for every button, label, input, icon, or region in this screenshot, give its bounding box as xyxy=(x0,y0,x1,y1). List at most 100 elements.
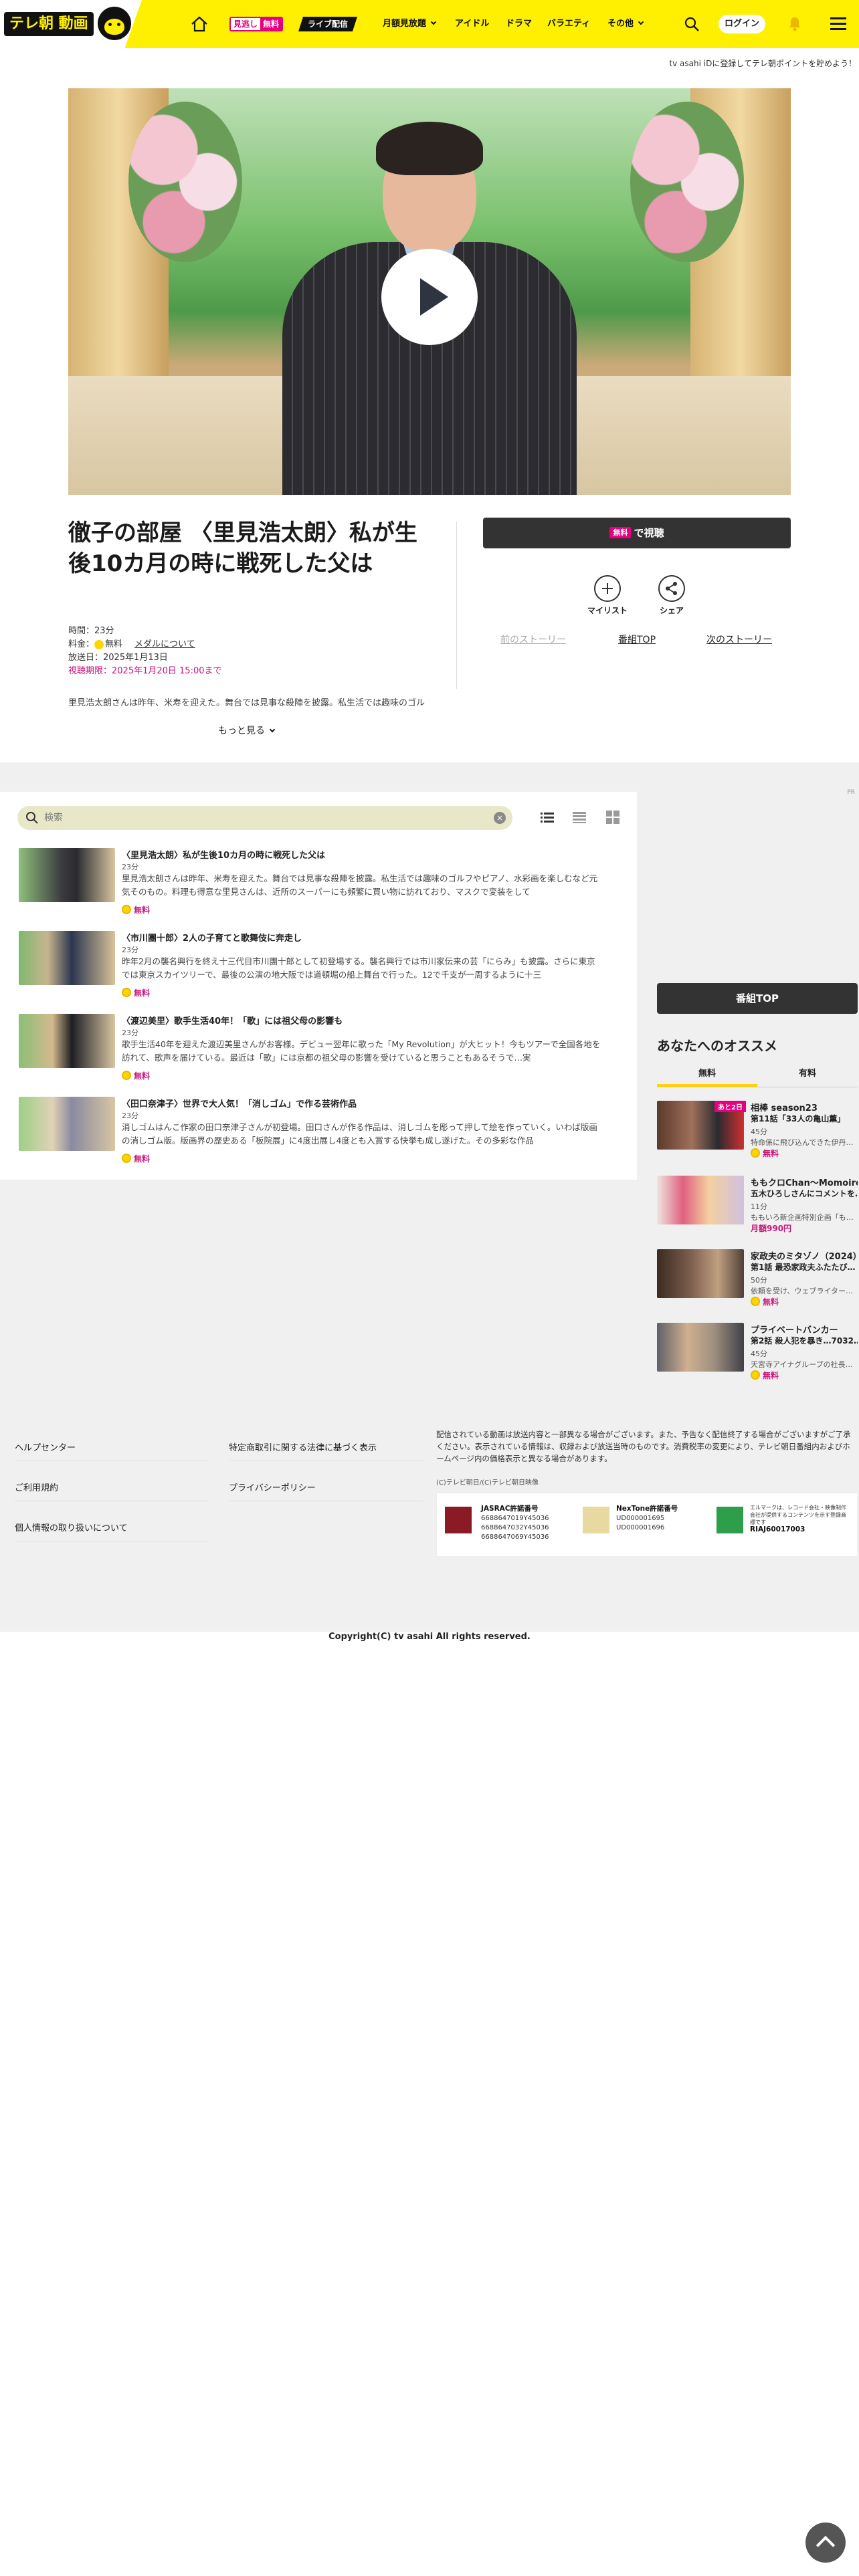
list-view-icon[interactable] xyxy=(539,809,555,825)
nav-other[interactable]: その他 xyxy=(607,16,644,32)
jasrac-num: 6688647032Y45036 xyxy=(481,1524,549,1531)
episode-item-title: 〈市川團十郎〉2人の子育てと歌舞伎に奔走し xyxy=(122,934,302,944)
nav-monthly-label: 月額見放題 xyxy=(383,19,427,29)
nav-drama[interactable]: ドラマ xyxy=(506,16,532,32)
footer-privacy-handling-link[interactable]: 個人情報の取り扱いについて xyxy=(15,1521,128,1533)
episode-item-free: 無料 xyxy=(122,987,150,998)
jasrac-license: JASRAC許諾番号 6688647019Y45036 6688647032Y4… xyxy=(481,1504,549,1542)
episode-thumbnail xyxy=(19,1014,115,1068)
recommend-item[interactable]: 家政夫のミタゾノ（2024） 第1話 最恐家政夫ふたたび… 50分 依頼を受け、… xyxy=(657,1249,858,1309)
episode-item-free: 無料 xyxy=(122,1070,150,1081)
footer-privacy-policy-link[interactable]: プライバシーポリシー xyxy=(229,1481,316,1493)
recommend-price: 月額990円 xyxy=(751,1224,792,1233)
episode-item-duration: 23分 xyxy=(122,863,138,871)
recommend-item[interactable]: ももクロChan～Momoiro Clover Z Channel～ 五木ひろし… xyxy=(657,1176,858,1236)
recommend-item[interactable]: プライベートバンカー 第2話 殺人犯を暴き…7032… 45分 天宮寺アイナグル… xyxy=(657,1323,858,1383)
footer-help-link[interactable]: ヘルプセンター xyxy=(15,1440,76,1453)
episode-thumbnail xyxy=(19,848,115,902)
recommend-duration: 50分 xyxy=(751,1276,767,1285)
coin-icon xyxy=(122,988,131,997)
nav-variety[interactable]: バラエティ xyxy=(547,16,590,32)
flower-arrangement-left xyxy=(128,102,242,262)
flower-arrangement-right xyxy=(630,102,744,262)
recommend-title: 家政夫のミタゾノ（2024） xyxy=(751,1252,858,1262)
episode-description: 里見浩太朗さんは昨年、米寿を迎えた。舞台では見事な殺陣を披露。私生活では趣味のゴ… xyxy=(68,698,425,708)
chevron-down-icon xyxy=(430,19,437,25)
price-label: 無料 xyxy=(763,1371,779,1380)
episode-item-duration: 23分 xyxy=(122,1029,138,1037)
home-icon[interactable] xyxy=(191,16,208,32)
login-button[interactable]: ログイン xyxy=(719,15,765,33)
recommend-thumbnail xyxy=(657,1176,744,1224)
share-button[interactable] xyxy=(658,575,685,602)
nextone-title: NexTone許諾番号 xyxy=(616,1505,678,1513)
episode-item[interactable]: 〈里見浩太朗〉私が生後10カ月の時に戦死した父は 23分 里見浩太朗さんは昨年、… xyxy=(19,848,621,915)
recommend-episode: 第2話 殺人犯を暴き…7032… xyxy=(751,1336,858,1346)
episode-item-title: 〈里見浩太朗〉私が生後10カ月の時に戦死した父は xyxy=(122,851,326,861)
lmark-license: エルマークは、レコード会社・映像制作会社が提供するコンテンツを示す登録商標です … xyxy=(750,1504,850,1533)
jasrac-num: 6688647019Y45036 xyxy=(481,1515,549,1522)
nav-other-label: その他 xyxy=(607,19,634,29)
tvasahi-id-banner[interactable]: tv asahi iDに登録してテレ朝ポイントを貯めよう！ xyxy=(669,58,856,69)
mylist-button[interactable] xyxy=(594,575,621,602)
clear-icon[interactable]: × xyxy=(494,812,506,824)
episode-item[interactable]: 〈渡辺美里〉歌手生活40年！「歌」には祖父母の影響も 23分 歌手生活40年を迎… xyxy=(19,1014,621,1081)
free-label: 無料 xyxy=(134,1071,151,1081)
mascot-icon xyxy=(98,7,131,40)
license-box: JASRAC許諾番号 6688647019Y45036 6688647032Y4… xyxy=(436,1493,858,1557)
nav-idol[interactable]: アイドル xyxy=(455,16,489,32)
footer-commerce-law-link[interactable]: 特定商取引に関する法律に基づく表示 xyxy=(229,1440,377,1453)
video-player[interactable] xyxy=(68,88,791,495)
site-logo[interactable]: テレ朝 動画 xyxy=(0,0,142,48)
watch-button[interactable]: 無料 で視聴 xyxy=(483,518,791,548)
footer-terms-link[interactable]: ご利用規約 xyxy=(15,1481,58,1493)
grid-view-icon[interactable] xyxy=(605,809,621,825)
recommend-thumbnail xyxy=(657,1323,744,1372)
episode-item[interactable]: 〈市川團十郎〉2人の子育てと歌舞伎に奔走し 23分 昨年2月の襲名興行を終え十三… xyxy=(19,931,621,998)
recommend-duration: 11分 xyxy=(751,1202,767,1211)
nav-monthly[interactable]: 月額見放題 xyxy=(383,16,437,32)
price-label: 料金： xyxy=(68,639,95,649)
nav-live[interactable]: ライブ配信 xyxy=(298,17,358,31)
episode-item-duration: 23分 xyxy=(122,1111,138,1120)
episode-item[interactable]: 〈田口奈津子〉世界で大人気！「消しゴム」で作る芸術作品 23分 消しゴムはんこ作… xyxy=(19,1097,621,1164)
prev-story-link[interactable]: 前のストーリー xyxy=(500,633,566,646)
medal-link[interactable]: メダルについて xyxy=(134,639,195,649)
chevron-down-icon xyxy=(269,726,276,733)
divider xyxy=(456,522,457,689)
nextone-num: UD000001696 xyxy=(616,1524,665,1531)
lmark-num: RIAJ60017003 xyxy=(750,1525,805,1533)
nav-miru-free[interactable]: 見逃し 無料 xyxy=(229,17,284,31)
air-date: 放送日：2025年1月13日 xyxy=(68,653,168,663)
episode-search-input[interactable] xyxy=(44,810,472,826)
recommend-item[interactable]: あと2日 相棒 season23 第11話「33人の亀山薫」 45分 特命係に飛… xyxy=(657,1101,858,1161)
next-story-link[interactable]: 次のストーリー xyxy=(706,633,772,646)
recommend-price: 無料 xyxy=(751,1370,779,1381)
lmark-text: エルマークは、レコード会社・映像制作会社が提供するコンテンツを示す登録商標です xyxy=(750,1505,846,1525)
search-icon[interactable] xyxy=(684,16,700,32)
episode-item-duration: 23分 xyxy=(122,946,138,954)
recommend-price: 無料 xyxy=(751,1296,779,1307)
play-button[interactable] xyxy=(381,249,478,345)
coin-icon xyxy=(751,1297,760,1306)
more-button[interactable]: もっと見る xyxy=(218,724,276,737)
recommend-desc: ももいろ新企画特別企画「も… xyxy=(751,1213,854,1222)
recommend-desc: 依頼を受け、ウェブライター… xyxy=(751,1287,854,1295)
compact-view-icon[interactable] xyxy=(571,809,587,825)
episode-search[interactable]: × xyxy=(17,806,512,830)
ad-mark: PR xyxy=(847,789,855,796)
header: テレ朝 動画 見逃し 無料 ライブ配信 月額見放題 アイドル ドラマ バラエティ… xyxy=(0,0,859,48)
footer-notice: 配信されている動画は放送内容と一部異なる場合がございます。また、予告なく配信終了… xyxy=(436,1430,851,1463)
watch-free-badge: 無料 xyxy=(609,527,632,538)
episode-item-title: 〈田口奈津子〉世界で大人気！「消しゴム」で作る芸術作品 xyxy=(122,1099,357,1109)
share-label: シェア xyxy=(659,606,684,615)
bell-icon[interactable] xyxy=(787,15,803,32)
back-to-top-button[interactable] xyxy=(805,2523,846,2563)
tab-paid[interactable]: 有料 xyxy=(757,1066,858,1084)
hamburger-menu-icon[interactable] xyxy=(830,17,846,31)
tab-free[interactable]: 無料 xyxy=(657,1066,757,1087)
free-label: 無料 xyxy=(134,988,151,998)
program-top-link[interactable]: 番組TOP xyxy=(618,633,656,646)
sidebar-program-top-button[interactable]: 番組TOP xyxy=(657,983,858,1014)
episode-item-desc: 昨年2月の襲名興行を終え十三代目市川團十郎として初登場する。襲名興行では市川家伝… xyxy=(122,956,595,980)
